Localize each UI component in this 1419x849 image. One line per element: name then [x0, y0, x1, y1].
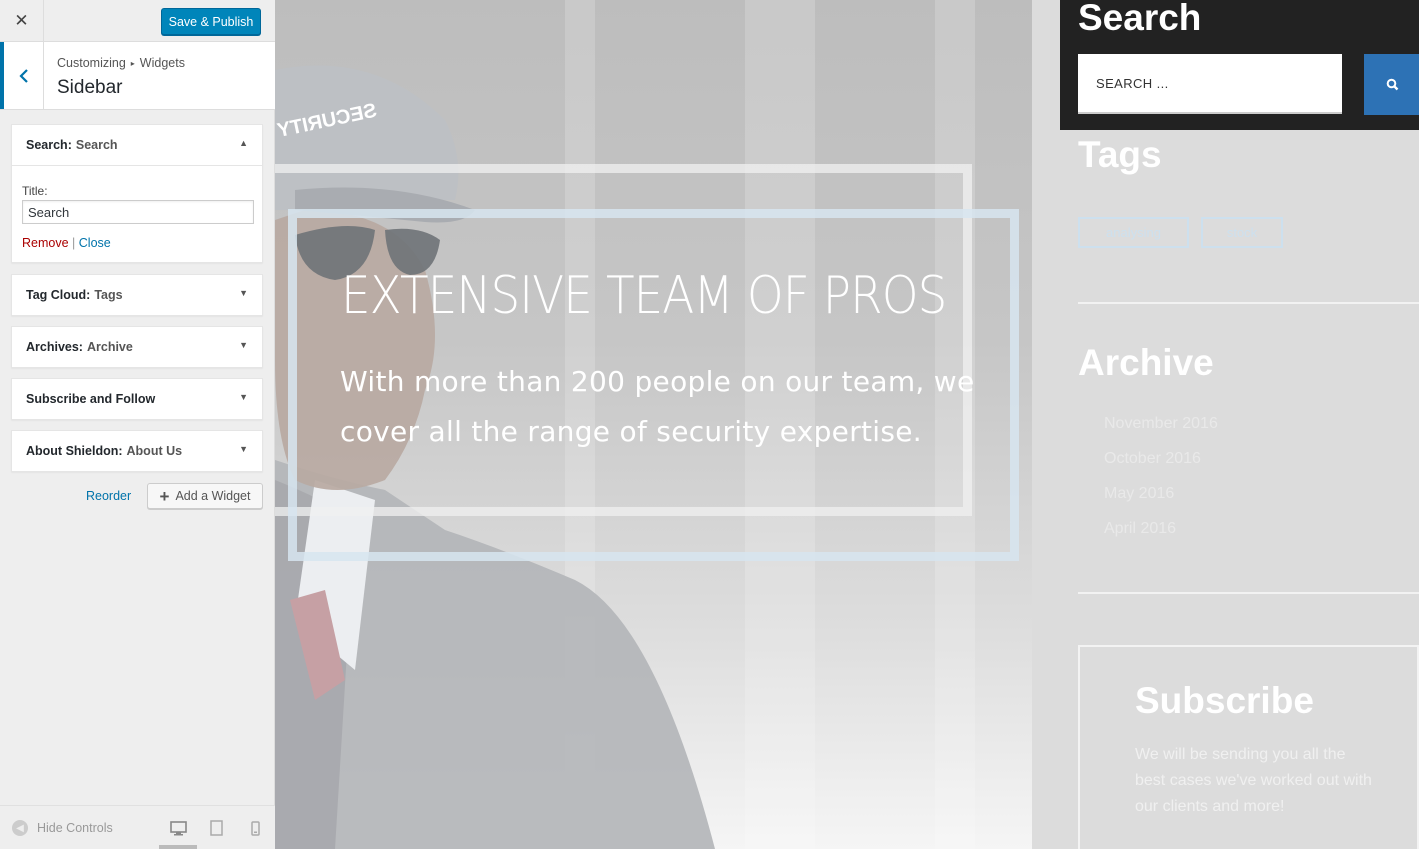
close-icon: ✕ [14, 11, 29, 30]
close-link[interactable]: Close [79, 236, 111, 250]
preview-sidebar: Search SEARCH ... Tags analysing stock A… [1032, 0, 1419, 849]
reorder-link[interactable]: Reorder [86, 489, 131, 503]
subscribe-title: Subscribe [1135, 680, 1314, 721]
widget-header[interactable]: Tag Cloud: Tags ▼ [12, 275, 262, 315]
widget-type: Tag Cloud: [26, 288, 91, 302]
tags-title: Tags [1078, 134, 1162, 175]
subscribe-text: We will be sending you all the best case… [1135, 746, 1372, 815]
widget-type: About Shieldon: [26, 444, 123, 458]
customizer-footer: ◀ Hide Controls [0, 805, 275, 849]
search-widget-title: Search [1078, 0, 1202, 38]
mobile-preview-button[interactable] [245, 818, 265, 838]
breadcrumb-separator: ▸ [130, 59, 135, 68]
widget-type: Archives: [26, 340, 83, 354]
section-title-bar: Customizing ▸ Widgets Sidebar [0, 42, 275, 110]
breadcrumb: Customizing ▸ Widgets [57, 56, 185, 70]
archive-link[interactable]: November 2016 [1104, 415, 1218, 433]
caret-down-icon[interactable]: ▼ [239, 288, 248, 298]
collapse-icon: ◀ [12, 820, 28, 836]
customizer-header: ✕ Save & Publish [0, 0, 275, 42]
title-label: Title: [22, 184, 48, 198]
divider [1078, 592, 1419, 594]
widget-tag-cloud[interactable]: Tag Cloud: Tags ▼ [11, 274, 263, 316]
mobile-icon [250, 820, 260, 836]
widget-title: Archive [86, 340, 133, 354]
back-button[interactable] [0, 42, 44, 109]
search-icon [1386, 78, 1398, 91]
widget-archives[interactable]: Archives: Archive ▼ [11, 326, 263, 368]
site-preview: SECURITY EXTENSIVE TEAM OF PROS With mor… [275, 0, 1419, 849]
caret-down-icon[interactable]: ▼ [239, 392, 248, 402]
customizer-panel: ✕ Save & Publish Customizing ▸ Widgets Sid… [0, 0, 275, 849]
divider [1078, 302, 1419, 304]
widget-header[interactable]: About Shieldon: About Us ▼ [12, 431, 262, 471]
hero-slide: SECURITY EXTENSIVE TEAM OF PROS With mor… [275, 0, 1032, 849]
search-input[interactable]: SEARCH ... [1078, 54, 1342, 114]
hide-controls-label: Hide Controls [37, 821, 113, 835]
widget-header[interactable]: Subscribe and Follow ▼ [12, 379, 262, 419]
archive-title: Archive [1078, 342, 1214, 383]
hero-text: With more than 200 people on our team, w… [340, 365, 975, 448]
widget-search: Search:Search ▲ Title: Remove | Close [11, 124, 263, 263]
widget-header[interactable]: Archives: Archive ▼ [12, 327, 262, 367]
search-submit-button[interactable] [1364, 54, 1419, 115]
widget-type: Search: [26, 138, 72, 152]
hide-controls-button[interactable]: ◀ Hide Controls [12, 820, 113, 836]
tablet-icon [209, 820, 223, 836]
plus-icon: + [159, 486, 170, 506]
caret-up-icon[interactable]: ▲ [239, 138, 248, 148]
remove-link[interactable]: Remove [22, 236, 69, 250]
widget-subscribe-follow[interactable]: Subscribe and Follow ▼ [11, 378, 263, 420]
widget-form: Title: Remove | Close [12, 165, 262, 262]
widget-type: Subscribe and Follow [26, 392, 156, 406]
widget-title: Tags [94, 288, 123, 302]
action-divider: | [72, 236, 76, 250]
breadcrumb-parent: Widgets [139, 56, 185, 70]
widget-about[interactable]: About Shieldon: About Us ▼ [11, 430, 263, 472]
archive-link[interactable]: April 2016 [1104, 520, 1176, 538]
subscribe-widget: Subscribe We will be sending you all the… [1078, 645, 1419, 849]
widget-title: About Us [126, 444, 183, 458]
section-title: Sidebar [57, 77, 123, 98]
tablet-preview-button[interactable] [206, 818, 226, 838]
caret-down-icon[interactable]: ▼ [239, 340, 248, 350]
desktop-preview-button[interactable] [159, 818, 197, 849]
widget-title: Search [75, 138, 118, 152]
archive-link[interactable]: October 2016 [1104, 450, 1201, 468]
title-field[interactable] [22, 200, 254, 224]
desktop-icon [169, 820, 187, 835]
widget-actions: Remove | Close [22, 236, 252, 250]
hero-title: EXTENSIVE TEAM OF PROS [341, 266, 947, 326]
archive-link[interactable]: May 2016 [1104, 485, 1174, 503]
chevron-left-icon [18, 68, 28, 83]
add-widget-button[interactable]: + Add a Widget [147, 483, 263, 509]
close-customizer-button[interactable]: ✕ [0, 0, 44, 42]
tag-link[interactable]: stock [1201, 217, 1283, 248]
breadcrumb-root: Customizing [57, 56, 126, 70]
caret-down-icon[interactable]: ▼ [239, 444, 248, 454]
add-widget-label: Add a Widget [175, 489, 251, 503]
search-widget: Search SEARCH ... [1060, 0, 1419, 130]
save-publish-button[interactable]: Save & Publish [161, 8, 261, 35]
widget-header[interactable]: Search: Search ▲ [12, 125, 262, 165]
tag-link[interactable]: analysing [1078, 217, 1189, 248]
